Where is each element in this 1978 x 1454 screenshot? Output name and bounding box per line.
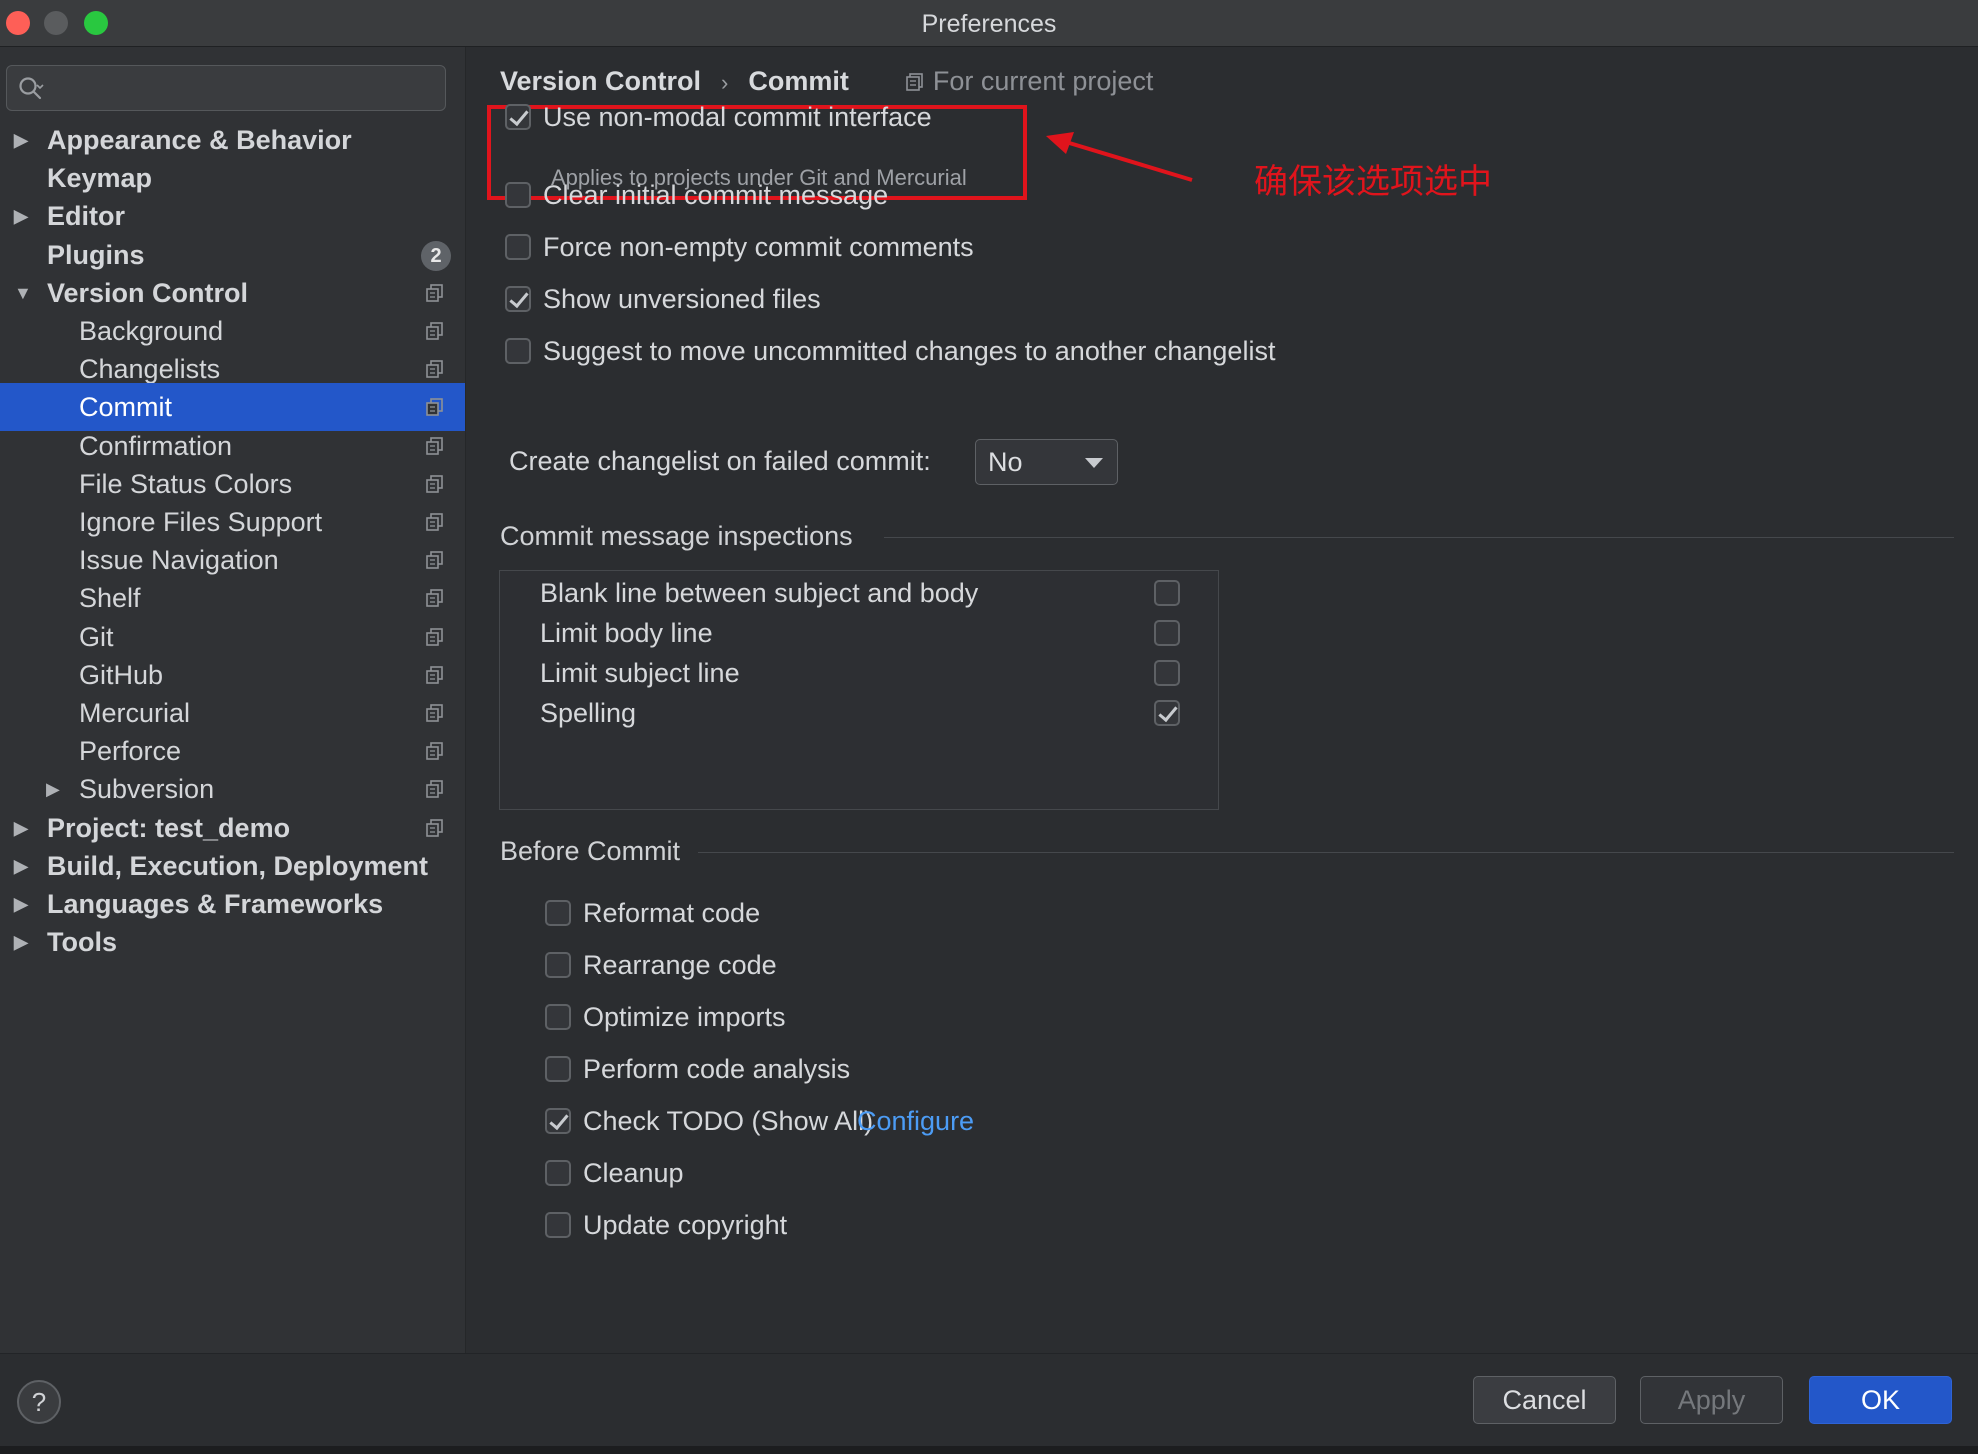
option-force-non-empty-commit-comments[interactable]: Force non-empty commit comments	[505, 228, 1455, 268]
breadcrumb: Version Control › Commit For current projec…	[500, 61, 1153, 101]
inspection-limit-subject-line[interactable]: Limit subject line	[500, 654, 1218, 694]
option-show-unversioned-files[interactable]: Show unversioned files	[505, 280, 1455, 320]
checkbox[interactable]	[505, 104, 531, 130]
before-commit-cleanup[interactable]: Cleanup	[545, 1154, 1345, 1194]
cancel-button[interactable]: Cancel	[1473, 1376, 1616, 1424]
checkbox[interactable]	[505, 286, 531, 312]
checkbox-label: Check TODO (Show All)	[583, 1106, 874, 1136]
project-scope-icon	[426, 665, 443, 684]
inspection-label: Limit subject line	[540, 658, 740, 688]
project-scope-icon	[426, 398, 443, 417]
before-commit-check-todo-show-all[interactable]: Check TODO (Show All) Configure	[545, 1102, 1345, 1142]
checkbox[interactable]	[1154, 580, 1180, 606]
before-commit-divider	[698, 852, 1954, 853]
chevron-right-icon[interactable]: ▶	[14, 918, 34, 966]
checkbox-label: Use non-modal commit interface	[543, 102, 932, 132]
checkbox[interactable]	[545, 1004, 571, 1030]
project-scope-icon	[426, 704, 443, 722]
checkbox-label: Rearrange code	[583, 950, 777, 980]
checkbox-label: Optimize imports	[583, 1002, 786, 1032]
inspection-label: Blank line between subject and body	[540, 578, 979, 608]
configure-link[interactable]: Configure	[857, 1106, 974, 1137]
dropdown-value: No	[988, 447, 1023, 477]
checkbox-label: Update copyright	[583, 1210, 788, 1240]
checkbox[interactable]	[545, 952, 571, 978]
project-scope-icon	[426, 360, 443, 378]
window-title: Preferences	[921, 10, 1057, 38]
option-suggest-to-move-uncommitted-changes-to-another-changelist[interactable]: Suggest to move uncommitted changes to a…	[505, 332, 1455, 372]
inspection-limit-body-line[interactable]: Limit body line	[500, 614, 1218, 654]
inspection-label: Limit body line	[540, 618, 713, 648]
annotation-arrow-icon	[1046, 132, 1193, 182]
project-scope-icon	[426, 474, 443, 493]
inspections-section-title: Commit message inspections	[500, 521, 853, 551]
search-input[interactable]	[53, 72, 437, 106]
project-scope-icon	[426, 627, 443, 646]
checkbox[interactable]	[1154, 620, 1180, 646]
project-scope-icon	[426, 589, 443, 608]
checkbox[interactable]	[505, 182, 531, 208]
help-button[interactable]: ?	[17, 1380, 61, 1424]
before-commit-reformat-code[interactable]: Reformat code	[545, 894, 1345, 934]
checkbox[interactable]	[1154, 700, 1180, 726]
checkbox-label: Show unversioned files	[543, 284, 821, 314]
changelist-dropdown[interactable]: No	[975, 439, 1118, 485]
before-commit-rearrange-code[interactable]: Rearrange code	[545, 946, 1345, 986]
title-bar: Preferences	[0, 0, 1978, 47]
project-scope-icon	[426, 322, 443, 340]
before-commit-section-title: Before Commit	[500, 836, 681, 866]
breadcrumb-separator: ›	[721, 70, 729, 95]
checkbox-label: Cleanup	[583, 1158, 684, 1188]
breadcrumb-section[interactable]: Version Control	[500, 66, 701, 96]
project-scope-icon	[426, 742, 443, 760]
inspections-divider	[884, 537, 1954, 538]
ok-button[interactable]: OK	[1809, 1376, 1952, 1424]
apply-button[interactable]: Apply	[1640, 1376, 1783, 1424]
checkbox[interactable]	[545, 1056, 571, 1082]
changelist-dropdown-label: Create changelist on failed commit:	[509, 446, 931, 476]
inspection-spelling[interactable]: Spelling	[500, 694, 1218, 734]
checkbox-label: Suggest to move uncommitted changes to a…	[543, 336, 1276, 366]
inspection-blank-line-between-subject-and-body[interactable]: Blank line between subject and body	[500, 574, 1218, 614]
checkbox[interactable]	[1154, 660, 1180, 686]
project-scope-icon	[426, 818, 443, 837]
inspections-list: Blank line between subject and body Limit…	[499, 570, 1219, 810]
checkbox[interactable]	[505, 234, 531, 260]
project-scope-icon	[426, 283, 443, 302]
project-scope-icon	[906, 73, 923, 91]
before-commit-update-copyright[interactable]: Update copyright	[545, 1206, 1345, 1246]
project-scope-icon	[426, 436, 443, 455]
project-scope-icon	[426, 780, 443, 799]
project-scope-icon	[426, 513, 443, 531]
sidebar-item-tools[interactable]: ▶ Tools	[0, 918, 465, 966]
settings-search[interactable]	[6, 65, 446, 111]
preferences-window: Preferences ▶ Appearance & Behavior Keymap…	[0, 0, 1978, 1454]
search-icon	[19, 77, 44, 100]
non-modal-commit-checkbox[interactable]: Use non-modal commit interface	[505, 98, 1005, 138]
breadcrumb-page: Commit	[748, 66, 849, 96]
checkbox-label: Clear initial commit message	[543, 180, 889, 210]
project-scope-icon	[426, 551, 443, 569]
checkbox[interactable]	[545, 900, 571, 926]
checkbox[interactable]	[545, 1212, 571, 1238]
before-commit-optimize-imports[interactable]: Optimize imports	[545, 998, 1345, 1038]
checkbox[interactable]	[505, 338, 531, 364]
sidebar-item-label: Tools	[47, 927, 117, 958]
window-bottom-edge	[0, 1446, 1978, 1454]
commit-settings-panel: Version Control › Commit For current projec…	[466, 47, 1978, 1353]
checkbox[interactable]	[545, 1160, 571, 1186]
plugins-update-badge: 2	[421, 240, 451, 271]
settings-sidebar: ▶ Appearance & Behavior Keymap ▶ Editor Plugi…	[0, 47, 466, 1353]
before-commit-perform-code-analysis[interactable]: Perform code analysis	[545, 1050, 1345, 1090]
scope-label: For current project	[932, 66, 1154, 96]
checkbox-label: Reformat code	[583, 898, 761, 928]
dialog-footer: ? Cancel Apply OK	[0, 1353, 1978, 1454]
checkbox[interactable]	[545, 1108, 571, 1134]
checkbox-label: Force non-empty commit comments	[543, 232, 974, 262]
checkbox-label: Perform code analysis	[583, 1054, 851, 1084]
annotation-text: 确保该选项选中	[1254, 162, 1492, 202]
inspection-label: Spelling	[540, 698, 637, 728]
chevron-down-icon	[1085, 458, 1103, 468]
